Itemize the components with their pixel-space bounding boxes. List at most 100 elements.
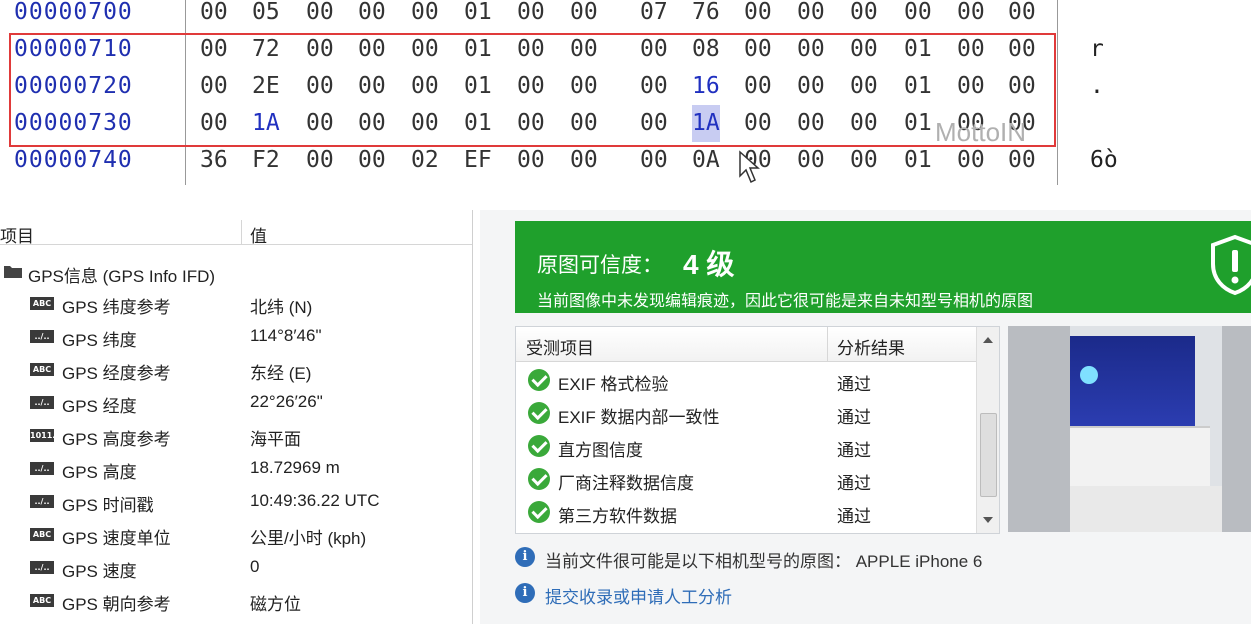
hex-byte[interactable]: 00 — [957, 0, 985, 31]
hex-row[interactable]: 00000740 36 F2 00 00 02 EF 00 00 00 0A 00 00 00 01 00 00… — [0, 142, 1251, 179]
gps-property-name: GPS 经度参考 — [62, 364, 171, 383]
submit-analysis-link[interactable]: 提交收录或申请人工分析 — [545, 583, 732, 608]
hex-offset: 00000740 — [14, 147, 133, 173]
hex-ascii: r — [1090, 36, 1104, 62]
exif-gps-panel: 项目 值 GPS信息 (GPS Info IFD) ABC GPS 纬度参考 北纬 … — [0, 210, 473, 624]
text-type-icon: ABC — [30, 528, 54, 541]
text-type-icon: ABC — [30, 594, 54, 607]
hex-byte[interactable]: 00 — [850, 142, 878, 179]
column-header-item[interactable]: 项目 — [0, 222, 34, 247]
gps-property-value: 10:49:36.22 UTC — [250, 491, 380, 510]
gps-property-row[interactable]: ABC GPS 朝向参考 磁方位 — [0, 584, 472, 617]
gps-property-name: GPS 高度 — [62, 463, 137, 482]
credibility-banner: 原图可信度： 4 级 当前图像中未发现编辑痕迹，因此它很可能是来自未知型号相机的… — [515, 221, 1251, 313]
hex-byte[interactable]: 36 — [200, 142, 228, 179]
gps-property-row[interactable]: ../.. GPS 高度 18.72969 m — [0, 452, 472, 485]
hex-byte[interactable]: 00 — [1008, 0, 1036, 31]
column-divider[interactable] — [827, 327, 828, 361]
photo-thumbnail — [1008, 326, 1251, 532]
hex-byte[interactable]: 00 — [411, 0, 439, 31]
hex-byte[interactable]: 00 — [517, 142, 545, 179]
hex-byte[interactable]: 00 — [306, 0, 334, 31]
hex-byte[interactable]: 00 — [306, 142, 334, 179]
test-item-name: 第三方软件数据 — [558, 507, 677, 526]
test-result-row[interactable]: 第三方软件数据 通过 — [516, 496, 976, 529]
hex-byte[interactable]: 01 — [464, 0, 492, 31]
hex-byte[interactable]: 00 — [797, 0, 825, 31]
watermark: MottoIN — [935, 117, 1027, 147]
gps-property-row[interactable]: ABC GPS 纬度参考 北纬 (N) — [0, 287, 472, 320]
hex-byte[interactable]: 0A — [692, 142, 720, 179]
scroll-down-arrow-icon[interactable] — [983, 517, 993, 523]
scrollbar-thumb[interactable] — [980, 413, 997, 497]
column-header-value[interactable]: 值 — [250, 222, 267, 247]
hex-row[interactable]: 00000700 00 05 00 00 00 01 00 00 07 76 00 00 00 00 00 00 — [0, 0, 1251, 31]
hex-byte[interactable]: 01 — [904, 142, 932, 179]
camera-model-text: 当前文件很可能是以下相机型号的原图： APPLE iPhone 6 — [545, 552, 983, 571]
gps-property-row[interactable]: ../.. GPS 纬度 114°8′46" — [0, 320, 472, 353]
test-result-row[interactable]: 厂商注释数据信度 通过 — [516, 463, 976, 496]
column-header-result[interactable]: 分析结果 — [837, 334, 905, 359]
gps-property-row[interactable]: ../.. GPS 时间戳 10:49:36.22 UTC — [0, 485, 472, 518]
test-result-row[interactable]: EXIF 格式检验 通过 — [516, 364, 976, 397]
credibility-title: 原图可信度： — [537, 254, 663, 277]
info-icon: i — [515, 547, 535, 567]
column-header-test-item[interactable]: 受测项目 — [526, 334, 594, 359]
hex-byte[interactable]: 00 — [640, 142, 668, 179]
results-scrollbar[interactable] — [976, 327, 999, 533]
photo-floor — [1070, 486, 1222, 532]
gps-property-row[interactable]: ABC GPS 经度参考 东经 (E) — [0, 353, 472, 386]
test-item-result: 通过 — [837, 474, 871, 493]
photo-blue-wall — [1070, 336, 1195, 436]
mouse-cursor-icon — [739, 150, 760, 184]
gps-table-header: 项目 值 — [0, 220, 472, 247]
gps-property-value: 22°26′26" — [250, 392, 323, 411]
gps-property-name: GPS 速度单位 — [62, 529, 171, 548]
shield-alert-icon — [1211, 234, 1251, 296]
test-result-row[interactable]: 直方图信度 通过 — [516, 430, 976, 463]
scroll-up-arrow-icon[interactable] — [983, 337, 993, 343]
check-circle-icon — [528, 402, 550, 424]
gps-property-name: GPS 时间戳 — [62, 496, 154, 515]
text-type-icon: ABC — [30, 297, 54, 310]
hex-byte[interactable]: 05 — [252, 0, 280, 31]
gps-property-row[interactable]: ../.. GPS 速度 0 — [0, 551, 472, 584]
check-circle-icon — [528, 501, 550, 523]
hex-byte[interactable]: 76 — [692, 0, 720, 31]
gps-property-value: 北纬 (N) — [250, 298, 313, 317]
binary-type-icon: 1011.. — [30, 429, 59, 442]
hex-byte[interactable]: 00 — [200, 0, 228, 31]
hex-byte[interactable]: F2 — [252, 142, 280, 179]
hex-byte[interactable]: 00 — [570, 0, 598, 31]
gps-property-row[interactable]: ABC GPS 速度单位 公里/小时 (kph) — [0, 518, 472, 551]
credibility-level: 4 级 — [683, 249, 735, 280]
hex-byte[interactable]: 00 — [358, 142, 386, 179]
gps-property-name: GPS 经度 — [62, 397, 137, 416]
gps-property-row[interactable]: 1011.. GPS 高度参考 海平面 — [0, 419, 472, 452]
hex-byte[interactable]: 00 — [570, 142, 598, 179]
gps-property-name: GPS 纬度 — [62, 331, 137, 350]
hex-byte[interactable]: 00 — [904, 0, 932, 31]
hex-byte[interactable]: 07 — [640, 0, 668, 31]
test-result-row[interactable]: EXIF 数据内部一致性 通过 — [516, 397, 976, 430]
hex-byte[interactable]: 00 — [797, 142, 825, 179]
rational-type-icon: ../.. — [30, 462, 54, 475]
gps-property-value: 18.72969 m — [250, 458, 340, 477]
test-item-name: 直方图信度 — [558, 441, 643, 460]
test-item-name: EXIF 格式检验 — [558, 375, 669, 394]
hex-byte[interactable]: 00 — [850, 0, 878, 31]
hex-byte[interactable]: 00 — [744, 0, 772, 31]
hex-byte[interactable]: EF — [464, 142, 492, 179]
text-type-icon: ABC — [30, 363, 54, 376]
hex-byte[interactable]: 00 — [517, 0, 545, 31]
gps-property-row[interactable]: ../.. GPS 经度 22°26′26" — [0, 386, 472, 419]
results-table-header: 受测项目 分析结果 — [516, 327, 976, 362]
hex-byte[interactable]: 00 — [358, 0, 386, 31]
gps-property-value: 海平面 — [250, 430, 301, 449]
hex-byte[interactable]: 02 — [411, 142, 439, 179]
gps-property-name: GPS 朝向参考 — [62, 595, 171, 614]
gps-group-label: GPS信息 (GPS Info IFD) — [28, 267, 216, 286]
column-divider[interactable] — [241, 220, 242, 244]
gps-property-value: 0 — [250, 557, 260, 576]
rational-type-icon: ../.. — [30, 495, 54, 508]
